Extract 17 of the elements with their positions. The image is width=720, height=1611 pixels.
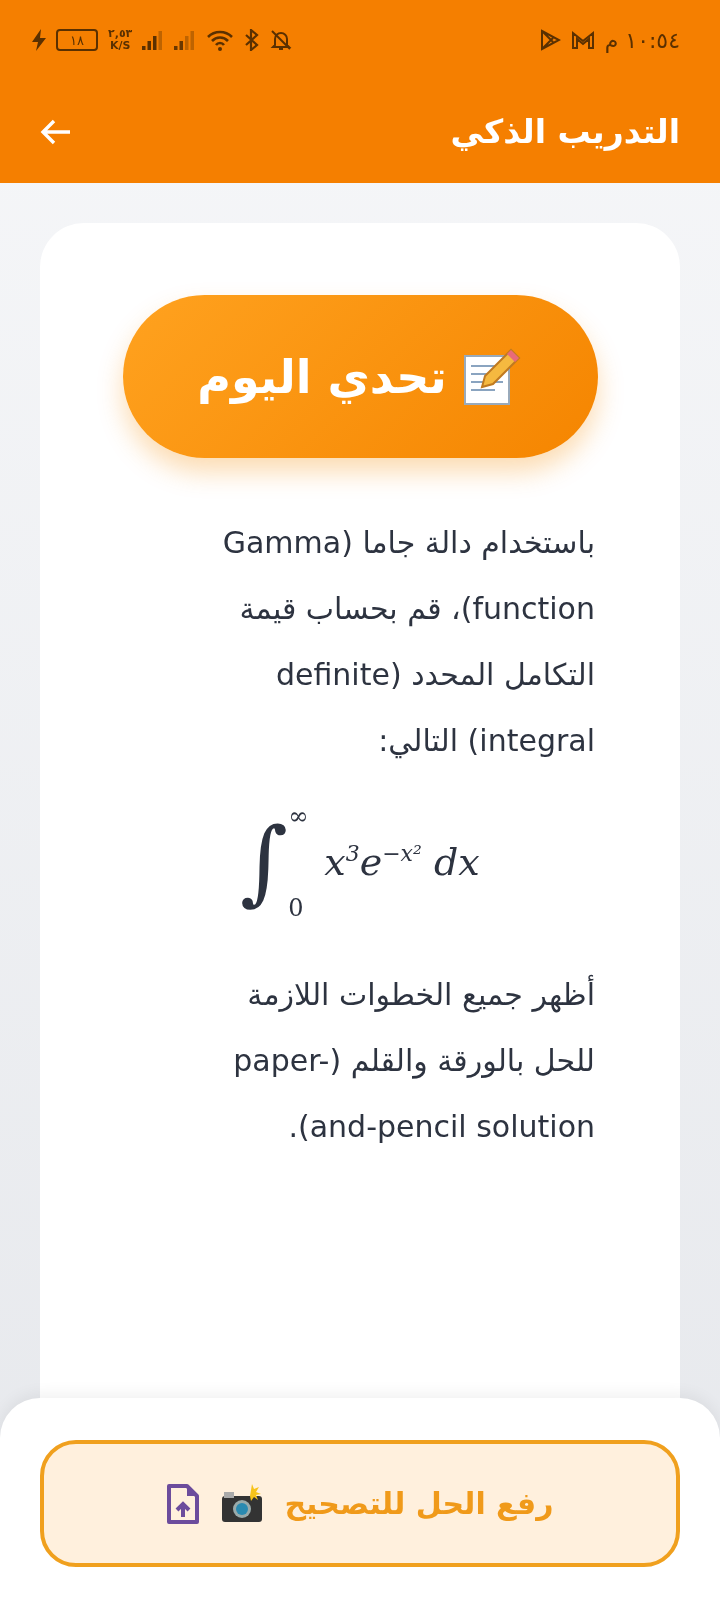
- signal-icon: [142, 30, 165, 50]
- wifi-icon: [206, 29, 235, 51]
- header-title: التدريب الذكي: [450, 112, 680, 151]
- question-text: باستخدام دالة جاما (Gamma function)، قم بحساب قيمة التكامل المحدد (definite integral) التالي:: [221, 524, 595, 761]
- battery-icon: ١٨: [56, 29, 98, 51]
- instruction-text: أظهر جميع الخطوات اللازمة للحل بالورقة والقلم (paper-and-pencil solution).: [185, 962, 595, 1160]
- camera-flash-icon: [220, 1483, 265, 1524]
- bell-off-icon: [270, 29, 293, 51]
- upload-solution-button[interactable]: رفع الحل للتصحيح: [40, 1440, 680, 1567]
- play-icon: [538, 29, 561, 51]
- clock: ١٠:٥٤ م: [604, 27, 680, 53]
- bluetooth-icon: [244, 29, 261, 51]
- mail-icon: [570, 30, 595, 50]
- challenge-title: تحدي اليوم: [197, 349, 447, 404]
- back-icon[interactable]: [40, 118, 72, 145]
- signal-icon: [174, 30, 197, 50]
- file-upload-icon: [166, 1482, 201, 1525]
